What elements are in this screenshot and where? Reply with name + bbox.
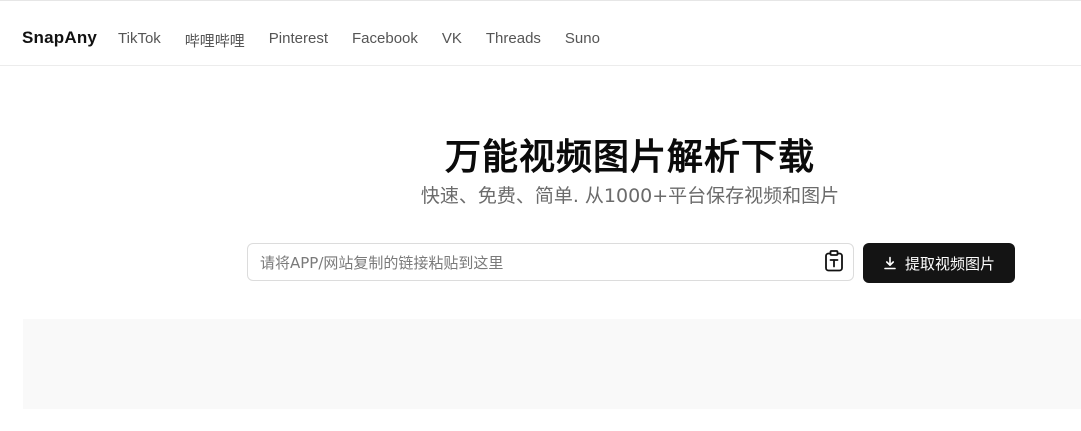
extract-button[interactable]: 提取视频图片: [863, 243, 1015, 283]
nav-link-threads[interactable]: Threads: [486, 30, 541, 51]
download-icon: [883, 256, 897, 270]
clipboard-text-icon: [824, 249, 844, 277]
platform-nav: TikTok 哔哩哔哩 Pinterest Facebook VK Thread…: [118, 30, 624, 51]
nav-link-facebook[interactable]: Facebook: [352, 30, 418, 51]
url-input-box: [247, 243, 854, 281]
brand-logo-link[interactable]: SnapAny: [22, 28, 97, 48]
page-title: 万能视频图片解析下载: [444, 137, 815, 178]
page-subtitle: 快速、免费、简单. 从1000+平台保存视频和图片: [420, 185, 840, 207]
nav-link-bilibili[interactable]: 哔哩哔哩: [185, 30, 245, 51]
nav-link-vk[interactable]: VK: [442, 30, 462, 51]
paste-button[interactable]: [823, 249, 845, 277]
result-panel: [23, 319, 1081, 409]
url-input[interactable]: [260, 253, 800, 273]
nav-link-suno[interactable]: Suno: [565, 30, 600, 51]
nav-link-pinterest[interactable]: Pinterest: [269, 30, 328, 51]
top-navigation-bar: SnapAny TikTok 哔哩哔哩 Pinterest Facebook V…: [0, 0, 1081, 66]
extract-button-label: 提取视频图片: [904, 254, 995, 273]
nav-link-tiktok[interactable]: TikTok: [118, 30, 161, 51]
